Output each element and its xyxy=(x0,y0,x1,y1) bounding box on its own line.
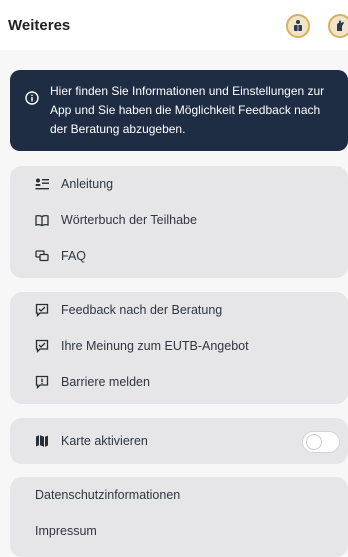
page-title: Weiteres xyxy=(8,16,71,34)
guide-icon xyxy=(35,177,49,191)
map-section: Karte aktivieren xyxy=(10,418,348,464)
map-toggle-switch[interactable] xyxy=(302,431,340,453)
info-text: Hier finden Sie Informationen und Einste… xyxy=(50,84,325,136)
menu-item-feedback[interactable]: Feedback nach der Beratung xyxy=(10,292,348,328)
legal-section: Datenschutzinformationen Impressum xyxy=(10,477,348,557)
menu-item-label: Datenschutzinformationen xyxy=(35,488,181,502)
menu-item-label: Feedback nach der Beratung xyxy=(61,303,223,317)
menu-item-faq[interactable]: FAQ xyxy=(10,238,348,274)
map-toggle-label: Karte aktivieren xyxy=(61,434,148,448)
book-icon xyxy=(35,213,49,227)
accessibility-reading-icon[interactable] xyxy=(286,14,310,38)
report-icon xyxy=(35,375,49,389)
toggle-knob xyxy=(306,434,322,450)
menu-item-barriere[interactable]: Barriere melden xyxy=(10,364,348,400)
menu-item-label: FAQ xyxy=(61,249,87,263)
opinion-icon xyxy=(35,339,49,353)
menu-item-label: Ihre Meinung zum EUTB-Angebot xyxy=(61,339,249,353)
info-banner: Hier finden Sie Informationen und Einste… xyxy=(10,70,348,151)
sign-language-icon[interactable] xyxy=(328,14,348,38)
menu-item-woerterbuch[interactable]: Wörterbuch der Teilhabe xyxy=(10,202,348,238)
menu-item-label: Impressum xyxy=(35,524,97,538)
map-icon xyxy=(35,434,49,448)
menu-item-datenschutz[interactable]: Datenschutzinformationen xyxy=(10,477,348,513)
feedback-icon xyxy=(35,303,49,317)
menu-item-label: Wörterbuch der Teilhabe xyxy=(61,213,197,227)
info-icon xyxy=(25,91,39,111)
menu-item-label: Barriere melden xyxy=(61,375,150,389)
app-header: Weiteres xyxy=(0,0,348,50)
menu-item-label: Anleitung xyxy=(61,177,114,191)
map-toggle-row[interactable]: Karte aktivieren xyxy=(10,423,348,459)
menu-item-impressum[interactable]: Impressum xyxy=(10,513,348,549)
feedback-section: Feedback nach der Beratung Ihre Meinung … xyxy=(10,292,348,404)
menu-item-meinung[interactable]: Ihre Meinung zum EUTB-Angebot xyxy=(10,328,348,364)
help-section: Anleitung Wörterbuch der Teilhabe FAQ xyxy=(10,166,348,278)
faq-icon xyxy=(35,249,49,263)
menu-item-anleitung[interactable]: Anleitung xyxy=(10,166,348,202)
